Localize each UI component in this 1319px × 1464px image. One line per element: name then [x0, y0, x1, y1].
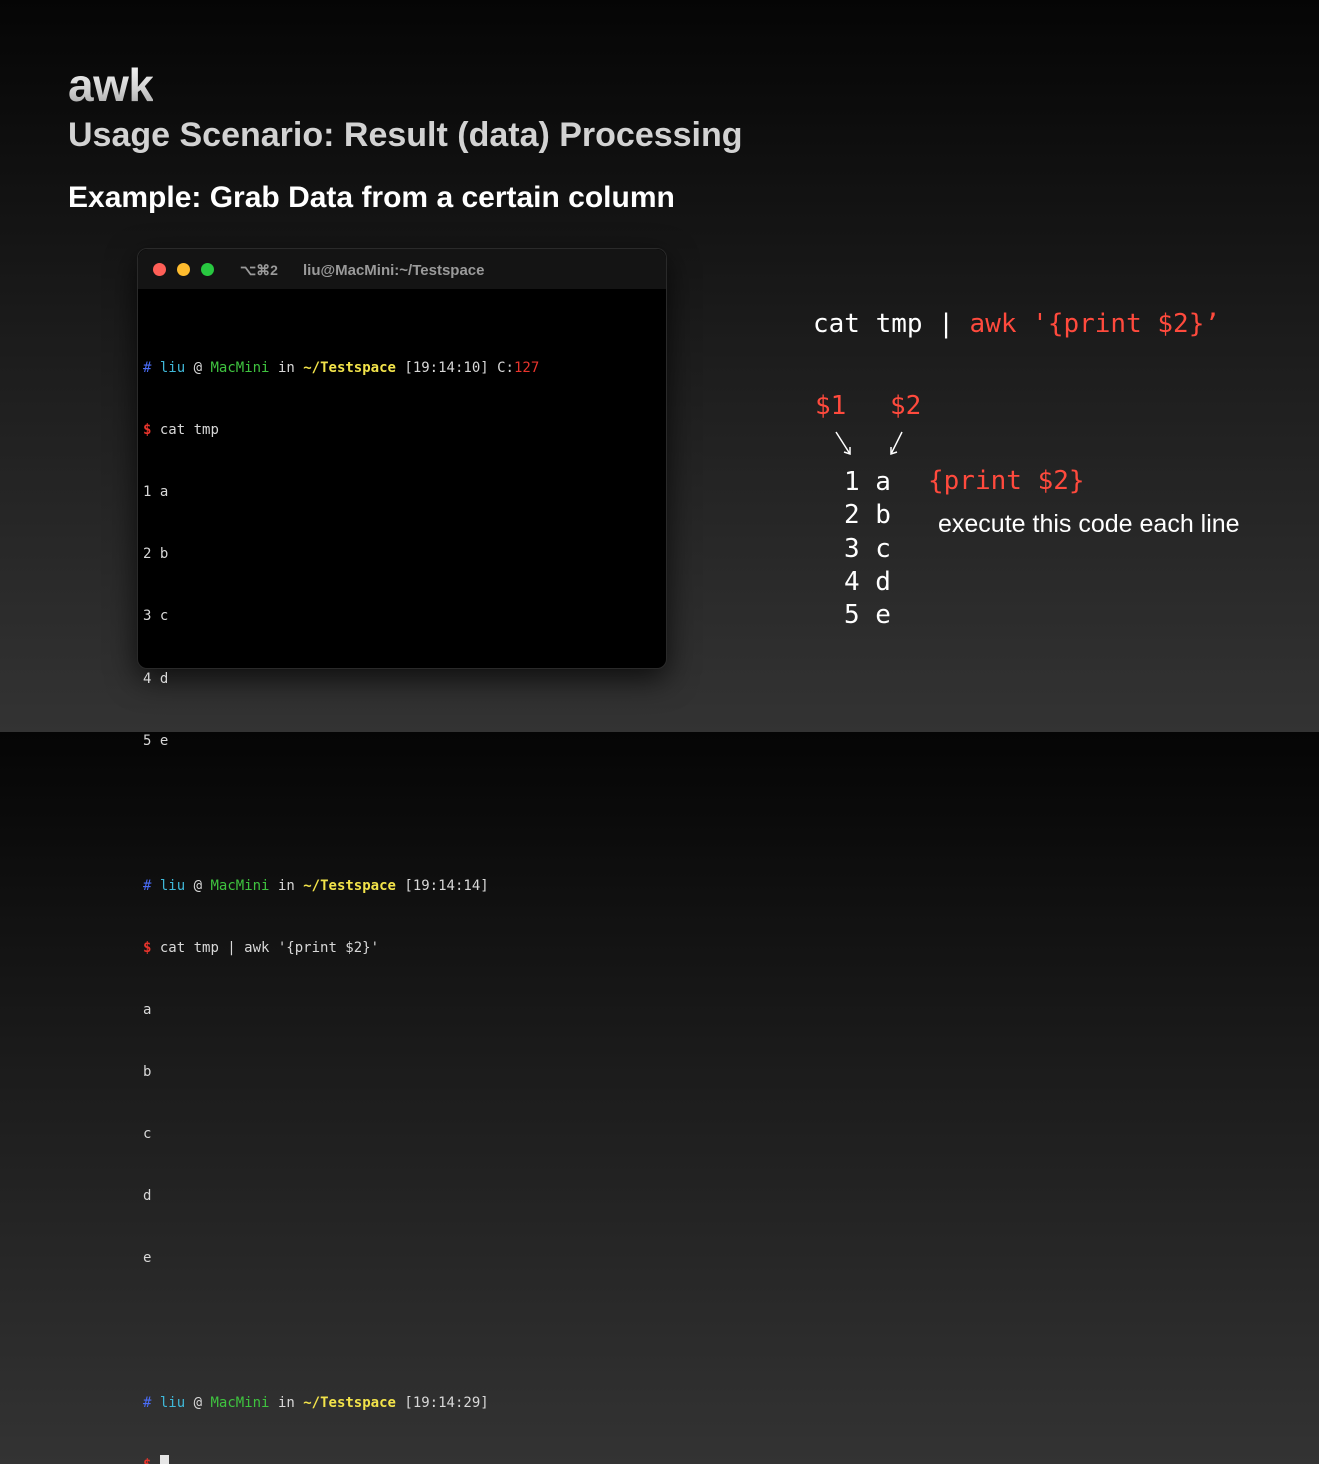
terminal-window[interactable]: ⌥⌘2 liu@MacMini:~/Testspace # liu @ MacM…	[137, 248, 667, 1464]
example-row: 3 c	[844, 533, 891, 564]
prompt-user: liu	[159, 1395, 186, 1412]
arrow-down-right-icon	[835, 431, 851, 456]
example-row: 1 a	[844, 467, 891, 497]
prompt-line: # liu @ MacMini in ~/Testspace [19:14:29…	[143, 1393, 660, 1414]
output-line: e	[143, 1250, 152, 1267]
prompt-dir: ~/Testspace	[303, 360, 396, 377]
output-line: b	[143, 1063, 152, 1080]
prompt-dollar: $	[143, 422, 152, 439]
example-row: 4 d	[844, 566, 891, 597]
execution-note: execute this code each line	[938, 510, 1240, 538]
output-line: 1 a	[143, 484, 169, 501]
print-code: {print $2}	[928, 466, 1085, 496]
terminal-output[interactable]: # liu @ MacMini in ~/Testspace [19:14:10…	[143, 296, 660, 1464]
prompt-in: in	[277, 360, 295, 377]
awk-command: cat tmp | awk '{print $2}’	[813, 309, 1220, 339]
slide-title: awk	[68, 59, 154, 111]
prompt-host: MacMini	[210, 877, 270, 894]
close-window-icon[interactable]	[153, 263, 166, 276]
terminal-title: liu@MacMini:~/Testspace	[303, 262, 485, 279]
command-text: cat tmp | awk '{print $2}'	[159, 939, 380, 956]
output-line: d	[143, 1188, 152, 1205]
prompt-in: in	[277, 877, 295, 894]
output-line: 4 d	[143, 670, 169, 687]
example-heading: Example: Grab Data from a certain column	[68, 181, 675, 214]
prompt-in: in	[277, 1395, 295, 1412]
exit-code-value: 127	[513, 360, 540, 377]
output-line: 5 e	[143, 732, 169, 749]
example-row: 5 e	[844, 600, 891, 631]
prompt-hash: #	[143, 1395, 152, 1412]
prompt-host: MacMini	[210, 1395, 270, 1412]
prompt-dollar: $	[143, 1457, 151, 1464]
prompt-user: liu	[159, 360, 186, 377]
command-awk: awk '{print $2}’	[969, 309, 1220, 339]
command-text: cat tmp	[159, 422, 219, 439]
prompt-hash: #	[143, 877, 152, 894]
prompt-line: # liu @ MacMini in ~/Testspace [19:14:14…	[143, 876, 660, 897]
prompt-hash: #	[143, 360, 152, 377]
command-line: $ cat tmp | awk '{print $2}'	[143, 938, 660, 959]
tab-shortcut: ⌥⌘2	[240, 262, 278, 278]
prompt-at: @	[193, 877, 203, 894]
prompt-host: MacMini	[210, 360, 270, 377]
zoom-window-icon[interactable]	[201, 263, 214, 276]
field-1-label: $1	[815, 391, 847, 421]
prompt-time: [19:14:29]	[404, 1395, 489, 1412]
command-line: $ cat tmp	[143, 420, 660, 441]
command-line[interactable]: $	[143, 1455, 660, 1464]
exit-code-label: C:	[497, 360, 514, 377]
example-row: 2 b	[844, 500, 891, 531]
command-plain: cat tmp |	[813, 309, 970, 339]
text-cursor	[159, 1455, 169, 1464]
prompt-user: liu	[159, 877, 186, 894]
output-line: c	[143, 1125, 152, 1142]
example-rows: 1 a2 b3 c4 d5 e	[844, 466, 891, 632]
output-line: 2 b	[143, 546, 169, 563]
output-line: 3 c	[143, 608, 169, 625]
prompt-time: [19:14:10]	[404, 360, 489, 377]
field-2-label: $2	[890, 391, 922, 421]
output-line: a	[143, 1001, 152, 1018]
prompt-at: @	[193, 1395, 203, 1412]
prompt-time: [19:14:14]	[404, 877, 489, 894]
prompt-at: @	[193, 360, 203, 377]
slide-subtitle: Usage Scenario: Result (data) Processing	[68, 116, 743, 154]
arrow-down-left-icon	[890, 431, 903, 456]
prompt-dir: ~/Testspace	[303, 1395, 396, 1412]
prompt-line: # liu @ MacMini in ~/Testspace [19:14:10…	[143, 358, 660, 379]
terminal-titlebar[interactable]: ⌥⌘2 liu@MacMini:~/Testspace	[138, 249, 666, 289]
prompt-dir: ~/Testspace	[303, 877, 396, 894]
prompt-dollar: $	[143, 939, 152, 956]
minimize-window-icon[interactable]	[177, 263, 190, 276]
